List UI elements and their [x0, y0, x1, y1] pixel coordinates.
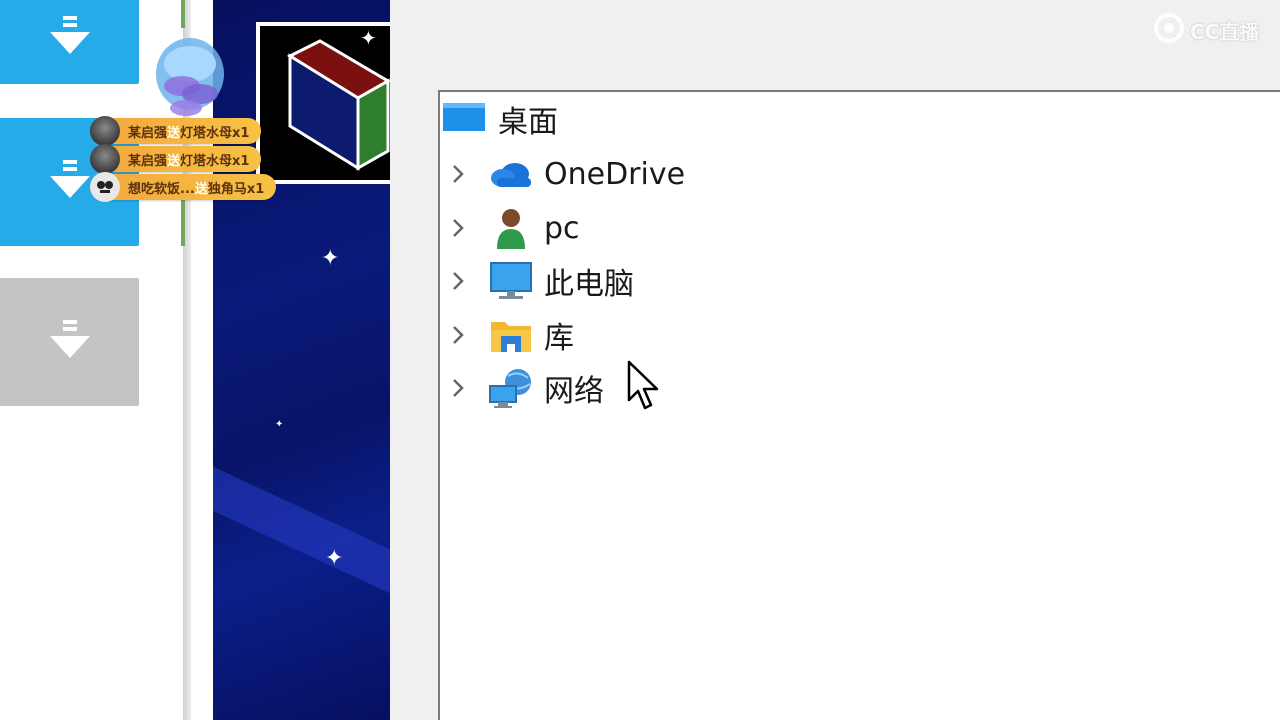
gift-notification: 想吃软饭...送独角马x1	[90, 172, 277, 202]
tree-item-desktop[interactable]: 桌面	[442, 96, 558, 142]
avatar	[90, 116, 120, 146]
avatar	[90, 144, 120, 174]
sparkle-icon: ✦	[360, 26, 377, 50]
chevron-right-icon[interactable]	[446, 269, 470, 293]
sparkle-icon: ✦	[325, 546, 344, 571]
this-pc-icon	[488, 258, 534, 304]
gift-notification: 某启强送灯塔水母x1	[90, 144, 262, 174]
tree-item-library[interactable]: 库	[446, 311, 574, 359]
download-icon	[49, 320, 90, 358]
download-icon	[49, 16, 90, 54]
tree-item-this-pc[interactable]: 此电脑	[446, 257, 634, 305]
cc-logo-icon	[1152, 12, 1186, 48]
jellyfish-gift-icon	[152, 34, 232, 120]
chevron-right-icon[interactable]	[446, 376, 470, 400]
avatar	[90, 172, 120, 202]
accent-bar	[181, 200, 185, 246]
tree-item-user[interactable]: pc	[446, 202, 596, 254]
tree-item-network[interactable]: 网络	[446, 364, 604, 412]
download-button-1[interactable]	[0, 0, 139, 84]
desktop-icon	[442, 101, 486, 137]
onedrive-icon	[488, 151, 534, 197]
chevron-right-icon[interactable]	[446, 323, 470, 347]
accent-bar	[181, 0, 185, 28]
chevron-right-icon[interactable]	[446, 162, 470, 186]
sparkle-icon: ✦	[275, 419, 284, 430]
mouse-pointer-icon	[626, 360, 662, 414]
gift-notification: 某启强送灯塔水母x1	[90, 116, 262, 146]
network-icon	[488, 365, 534, 411]
sparkle-icon: ✦	[321, 246, 340, 271]
download-icon	[49, 160, 90, 198]
library-icon	[488, 312, 534, 358]
download-button-3[interactable]	[0, 278, 139, 406]
tree-item-onedrive[interactable]: OneDrive	[446, 150, 685, 198]
chevron-right-icon[interactable]	[446, 216, 470, 240]
user-icon	[488, 205, 534, 251]
stream-watermark: CC直播	[1152, 12, 1259, 48]
